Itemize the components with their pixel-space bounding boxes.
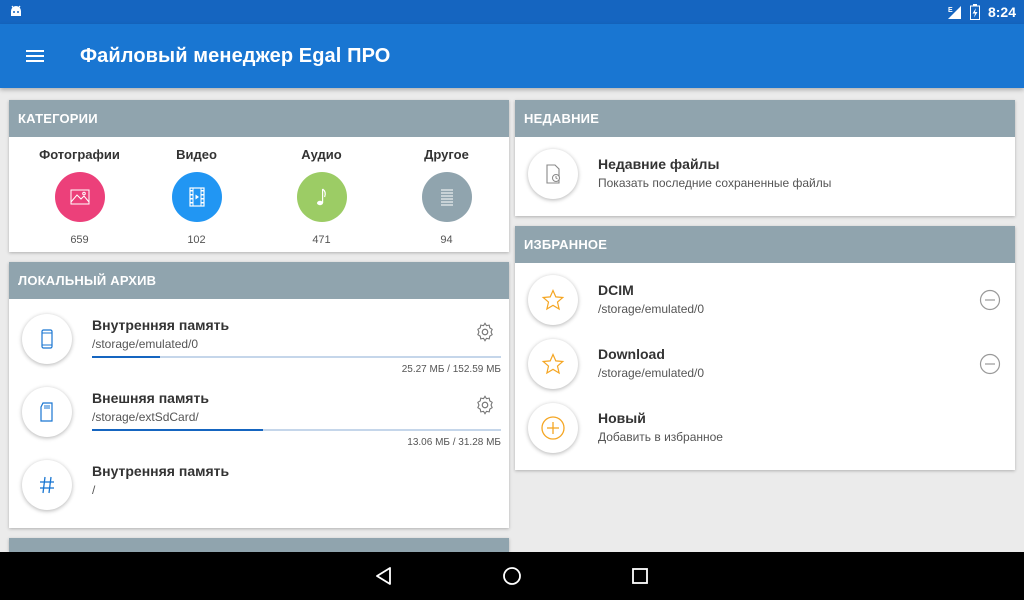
phone-icon (41, 329, 53, 349)
system-nav-bar (0, 552, 1024, 600)
hash-icon (40, 476, 54, 494)
favorite-add-new[interactable]: Новый Добавить в избранное (515, 391, 1015, 455)
favorite-path: /storage/emulated/0 (598, 302, 705, 316)
storage-path: / (92, 483, 96, 497)
remove-circle-icon[interactable] (979, 289, 1001, 311)
image-icon (70, 189, 89, 205)
remove-circle-icon[interactable] (979, 353, 1001, 375)
recent-file-icon (546, 164, 560, 184)
signal-icon: E (947, 6, 961, 19)
favorite-title: DCIM (598, 282, 634, 298)
app-bar: Файловый менеджер Egal ПРО (0, 24, 1024, 88)
home-icon[interactable] (500, 564, 524, 588)
storage-usage-fill (92, 356, 160, 358)
next-card-partial (9, 538, 509, 552)
sd-card-icon (40, 402, 53, 422)
categories-header: КАТЕГОРИИ (9, 100, 509, 137)
add-circle-icon (541, 416, 565, 440)
recent-header: НЕДАВНИЕ (515, 100, 1015, 137)
film-icon (188, 187, 205, 207)
menu-icon[interactable] (18, 44, 54, 68)
recent-subtitle: Показать последние сохраненные файлы (598, 176, 832, 190)
storage-title: Внешняя память (92, 390, 209, 406)
local-archive-card: ЛОКАЛЬНЫЙ АРХИВ Внутренняя память /stora… (9, 262, 509, 528)
storage-usage-fill (92, 429, 263, 431)
star-icon (541, 289, 565, 311)
favorites-header: ИЗБРАННОЕ (515, 226, 1015, 263)
gear-icon[interactable] (474, 394, 496, 416)
battery-charging-icon (969, 4, 980, 20)
recent-title: Недавние файлы (598, 156, 720, 172)
local-archive-header: ЛОКАЛЬНЫЙ АРХИВ (9, 262, 509, 299)
storage-path: /storage/emulated/0 (92, 337, 199, 351)
favorite-title: Download (598, 346, 665, 362)
category-other[interactable]: Другое 94 (384, 147, 509, 246)
app-title: Файловый менеджер Egal ПРО (80, 45, 391, 67)
storage-usage-bar (92, 429, 501, 431)
storage-path: /storage/extSdCard/ (92, 410, 199, 424)
storage-title: Внутренняя память (92, 317, 230, 333)
status-bar: E 8:24 (0, 0, 1024, 24)
music-note-icon (316, 188, 326, 206)
category-video[interactable]: Видео 102 (134, 147, 259, 246)
storage-title: Внутренняя память (92, 463, 230, 479)
star-icon (541, 353, 565, 375)
storage-item-external[interactable]: Внешняя память /storage/extSdCard/ 13.06… (9, 372, 509, 448)
recent-card: НЕДАВНИЕ Недавние файлы Показать последн… (515, 100, 1015, 216)
gear-icon[interactable] (474, 321, 496, 343)
storage-item-root[interactable]: Внутренняя память / (9, 445, 509, 518)
clock: 8:24 (987, 4, 1016, 20)
document-icon (440, 189, 453, 206)
category-photos[interactable]: Фотографии 659 (17, 147, 142, 246)
category-audio[interactable]: Аудио 471 (259, 147, 384, 246)
categories-card: КАТЕГОРИИ Фотографии 659 Видео 102 Аудио… (9, 100, 509, 252)
recent-files-item[interactable]: Недавние файлы Показать последние сохран… (515, 137, 1015, 216)
recents-icon[interactable] (628, 564, 652, 588)
favorite-path: /storage/emulated/0 (598, 366, 705, 380)
favorite-item-dcim[interactable]: DCIM /storage/emulated/0 (515, 263, 1015, 327)
favorites-card: ИЗБРАННОЕ DCIM /storage/emulated/0 Downl… (515, 226, 1015, 470)
favorite-item-download[interactable]: Download /storage/emulated/0 (515, 327, 1015, 391)
android-notification-icon (11, 5, 21, 16)
storage-usage-bar (92, 356, 501, 358)
svg-text:E: E (948, 7, 953, 14)
favorite-title: Новый (598, 410, 646, 426)
storage-item-internal[interactable]: Внутренняя память /storage/emulated/0 25… (9, 299, 509, 375)
favorite-subtitle: Добавить в избранное (598, 430, 723, 444)
back-icon[interactable] (372, 564, 396, 588)
